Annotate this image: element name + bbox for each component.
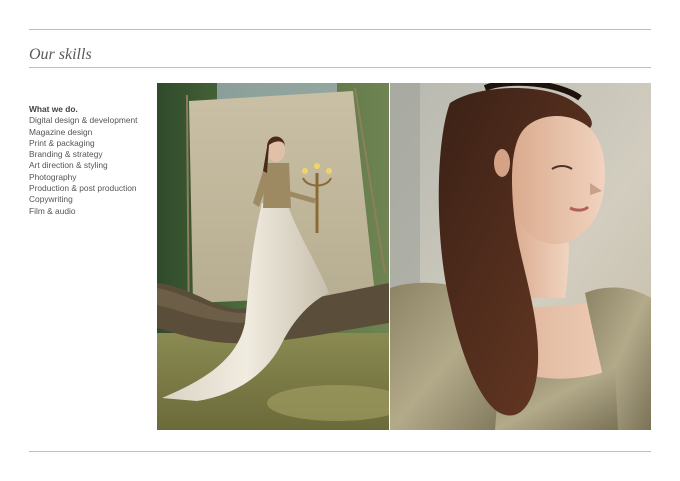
title-divider — [29, 67, 651, 68]
photo-bride-on-branch — [157, 83, 389, 430]
skill-item: Branding & strategy — [29, 149, 103, 160]
skill-item: Copywriting — [29, 194, 73, 205]
skill-item: Film & audio — [29, 205, 76, 216]
photo-bride-on-branch-image — [157, 83, 389, 430]
skill-item: Magazine design — [29, 126, 93, 137]
skill-item: Digital design & development — [29, 115, 138, 126]
page-title: Our skills — [29, 46, 92, 63]
skill-item: Production & post production — [29, 183, 137, 194]
photo-portrait-image — [390, 83, 651, 430]
top-divider — [29, 29, 651, 30]
bottom-divider — [29, 451, 651, 452]
skills-items: Digital design & development Magazine de… — [29, 115, 154, 217]
skills-list: What we do. Digital design & development… — [29, 104, 154, 217]
skills-heading: What we do. — [29, 104, 78, 114]
skill-item: Art direction & styling — [29, 160, 108, 171]
skill-item: Photography — [29, 171, 77, 182]
skill-item: Print & packaging — [29, 137, 95, 148]
photo-portrait — [390, 83, 651, 430]
